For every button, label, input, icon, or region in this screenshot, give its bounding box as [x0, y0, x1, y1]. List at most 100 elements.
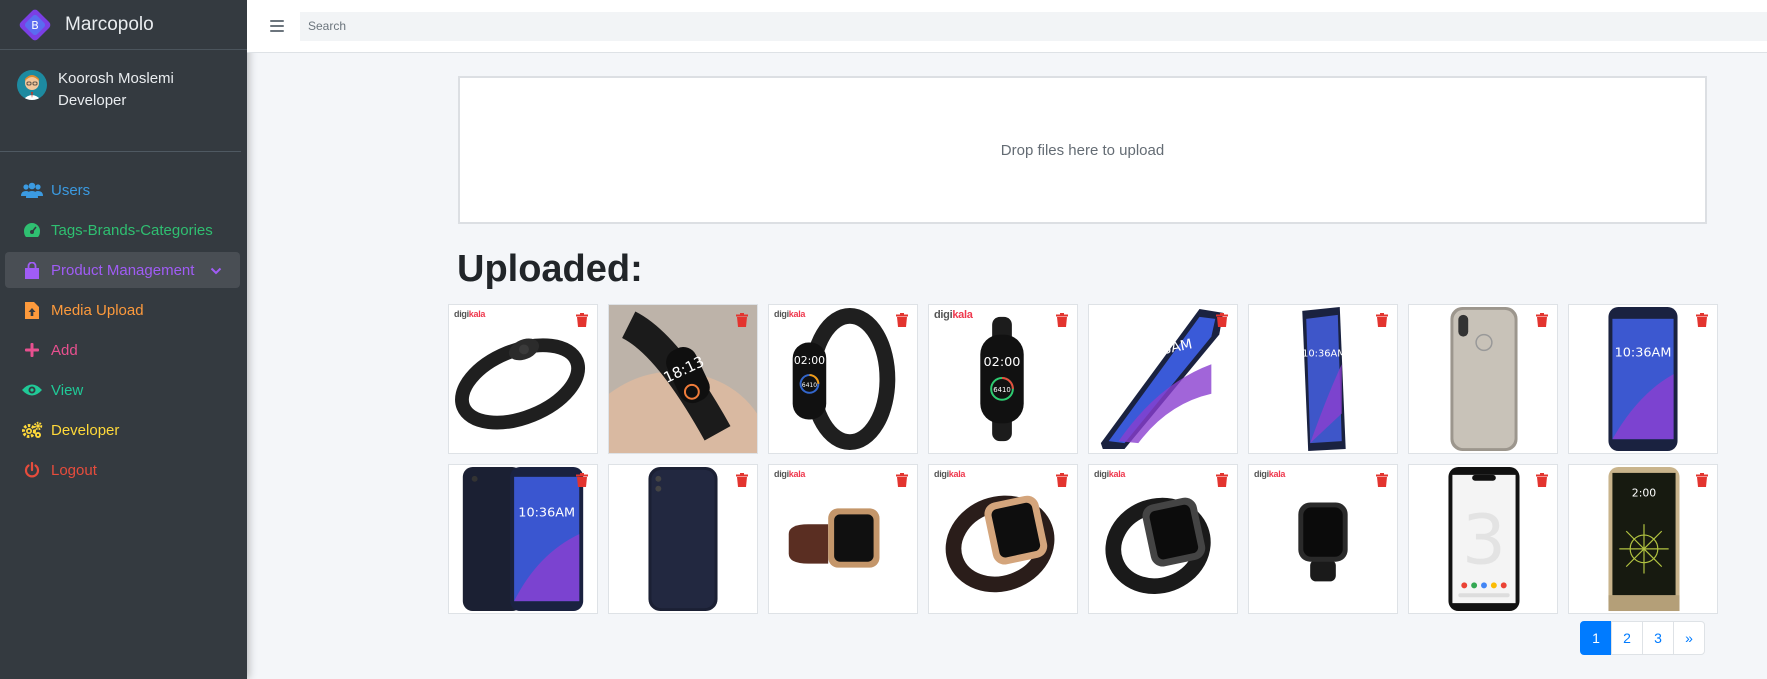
band-steps: 6410	[993, 386, 1011, 394]
image-tile[interactable]: 18:13	[608, 304, 758, 454]
digikala-watermark: digikala	[1254, 469, 1286, 479]
user-name[interactable]: Koorosh Moslemi	[58, 68, 174, 90]
digikala-watermark: digikala	[774, 309, 806, 319]
search-input[interactable]	[300, 11, 1767, 41]
sidebar-item-logout[interactable]: Logout	[5, 452, 240, 488]
trash-icon[interactable]	[1216, 473, 1228, 487]
avatar	[17, 70, 47, 100]
sidebar-item-label: Logout	[51, 461, 97, 479]
product-image: 2:00	[1569, 465, 1717, 613]
digikala-watermark: digikala	[934, 309, 973, 321]
menu-toggle-icon[interactable]	[270, 20, 284, 32]
trash-icon[interactable]	[1376, 313, 1388, 327]
brand[interactable]: B Marcopolo	[0, 0, 247, 50]
band-steps: 6410	[802, 383, 817, 389]
band-time: 02:00	[984, 355, 1021, 370]
product-image: 02:00 6410	[769, 305, 917, 453]
svg-text:B: B	[31, 19, 39, 32]
power-icon	[21, 461, 43, 479]
image-tile[interactable]: 10:36AM	[1088, 304, 1238, 454]
next-page-button[interactable]: »	[1673, 621, 1705, 655]
sidebar-item-label: Media Upload	[51, 301, 144, 319]
trash-icon[interactable]	[1536, 473, 1548, 487]
top-navbar	[247, 0, 1767, 53]
file-upload-icon	[21, 301, 43, 319]
sidebar-item-label: Users	[51, 181, 91, 199]
image-tile[interactable]: digikala	[1088, 464, 1238, 614]
shopping-bag-icon	[21, 261, 43, 279]
product-image: 02:00 6410	[929, 305, 1077, 453]
sidebar: B Marcopolo Koorosh Moslemi Developer Us…	[0, 0, 247, 679]
sidebar-item-media-upload[interactable]: Media Upload	[5, 292, 240, 328]
chevron-down-icon[interactable]	[210, 262, 230, 279]
uploaded-image-grid: digikala 18:13 02:00 6410 digikala 02:00…	[448, 304, 1718, 614]
sidebar-item-label: Product Management	[51, 261, 195, 279]
product-image	[1249, 465, 1397, 613]
phone-time: 10:36AM	[1302, 348, 1346, 359]
trash-icon[interactable]	[1056, 313, 1068, 327]
band-time: 02:00	[794, 354, 825, 367]
dropzone-message: Drop files here to upload	[1000, 141, 1165, 159]
product-image: 10:36AM	[449, 465, 597, 613]
trash-icon[interactable]	[1696, 313, 1708, 327]
image-tile[interactable]: digikala	[768, 464, 918, 614]
sidebar-item-developer[interactable]: Developer	[5, 412, 240, 448]
phone-time: 10:36AM	[1615, 345, 1672, 360]
trash-icon[interactable]	[896, 473, 908, 487]
image-tile[interactable]: 2:00	[1568, 464, 1718, 614]
product-image	[769, 465, 917, 613]
trash-icon[interactable]	[1376, 473, 1388, 487]
trash-icon[interactable]	[896, 313, 908, 327]
image-tile[interactable]: 02:00 6410 digikala	[928, 304, 1078, 454]
image-tile[interactable]: digikala	[1248, 464, 1398, 614]
sidebar-nav: Users Tags-Brands-Categories Product Man…	[0, 172, 247, 488]
trash-icon[interactable]	[736, 473, 748, 487]
sidebar-item-label: Developer	[51, 421, 120, 439]
sidebar-item-label: Tags-Brands-Categories	[51, 221, 213, 239]
product-image	[1089, 465, 1237, 613]
trash-icon[interactable]	[1536, 313, 1548, 327]
user-role: Developer	[58, 92, 127, 109]
trash-icon[interactable]	[1056, 473, 1068, 487]
sidebar-item-view[interactable]: View	[5, 372, 240, 408]
users-icon	[21, 181, 43, 199]
product-image: 10:36AM	[1089, 305, 1237, 453]
image-tile[interactable]	[608, 464, 758, 614]
image-tile[interactable]: 3	[1408, 464, 1558, 614]
image-tile[interactable]: 10:36AM	[1568, 304, 1718, 454]
sidebar-item-label: View	[51, 381, 84, 399]
product-image	[449, 305, 597, 453]
file-dropzone[interactable]: Drop files here to upload	[458, 76, 1707, 224]
image-tile[interactable]	[1408, 304, 1558, 454]
trash-icon[interactable]	[1696, 473, 1708, 487]
user-panel[interactable]: Koorosh Moslemi Developer	[0, 50, 241, 152]
sidebar-item-add[interactable]: Add	[5, 332, 240, 368]
page-2-button[interactable]: 2	[1611, 621, 1643, 655]
digikala-watermark: digikala	[454, 309, 486, 319]
image-tile[interactable]: digikala	[448, 304, 598, 454]
trash-icon[interactable]	[576, 473, 588, 487]
product-image	[609, 465, 757, 613]
image-tile[interactable]: 02:00 6410 digikala	[768, 304, 918, 454]
product-image	[929, 465, 1077, 613]
digikala-watermark: digikala	[934, 469, 966, 479]
brand-logo-icon: B	[17, 7, 53, 43]
product-image	[1409, 305, 1557, 453]
sidebar-item-tags-brands-categories[interactable]: Tags-Brands-Categories	[5, 212, 240, 248]
cogs-icon	[21, 421, 43, 439]
digikala-watermark: digikala	[774, 469, 806, 479]
image-tile[interactable]: 10:36AM	[1248, 304, 1398, 454]
page-1-button[interactable]: 1	[1580, 621, 1612, 655]
page-3-button[interactable]: 3	[1642, 621, 1674, 655]
trash-icon[interactable]	[736, 313, 748, 327]
trash-icon[interactable]	[576, 313, 588, 327]
image-tile[interactable]: digikala	[928, 464, 1078, 614]
tachometer-icon	[21, 221, 43, 239]
product-image: 18:13	[609, 305, 757, 453]
sidebar-item-users[interactable]: Users	[5, 172, 240, 208]
sidebar-item-product-management[interactable]: Product Management	[5, 252, 240, 288]
product-image: 3	[1409, 465, 1557, 613]
eye-icon	[21, 381, 43, 399]
trash-icon[interactable]	[1216, 313, 1228, 327]
image-tile[interactable]: 10:36AM	[448, 464, 598, 614]
